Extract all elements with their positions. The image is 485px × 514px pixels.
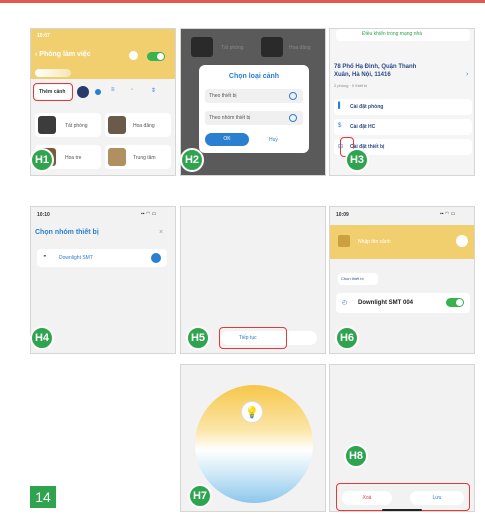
h6-device-toggle[interactable]	[446, 298, 464, 307]
label-h1: H1	[30, 148, 54, 172]
home-indicator	[382, 509, 422, 511]
ok-button[interactable]: OK	[205, 133, 249, 146]
h6-device-row[interactable]: ◴ Downlight SMT 004	[336, 293, 470, 313]
scene-name-input[interactable]: Nhập tên cảnh	[358, 239, 391, 245]
plus-icon[interactable]	[338, 235, 350, 247]
h3-address-line2: Xuân, Hà Nội, 11416	[334, 72, 391, 78]
option-by-group[interactable]: Theo nhóm thiết bị	[205, 111, 303, 125]
room-name-1: Tất phòng	[65, 123, 88, 129]
radio-by-group[interactable]	[289, 114, 297, 122]
room-thumb-1	[38, 116, 56, 134]
h3-top-text: Điều khiển trong mạng nhà	[362, 31, 423, 37]
scene-icon-5[interactable]: ⇕	[151, 87, 156, 94]
chevron-right-icon[interactable]: ›	[466, 71, 468, 78]
choose-device-label: Chọn thiết bị	[341, 276, 364, 281]
top-rule	[0, 0, 485, 3]
h2-bg-thumb-2	[261, 37, 283, 57]
radio-by-device[interactable]	[289, 92, 297, 100]
h1-highlight	[33, 83, 73, 101]
h1-status-time: 10:07	[37, 33, 50, 39]
dialog-title: Chọn loại cảnh	[228, 73, 280, 80]
room-card-1[interactable]: Tất phòng	[35, 113, 101, 137]
h2-bg-label-2: Hoa đăng	[289, 45, 311, 51]
h5-highlight	[219, 327, 287, 349]
room-settings-icon: ▌	[338, 103, 343, 109]
scene-type-dialog: Chọn loại cảnh Theo thiết bị Theo nhóm t…	[199, 65, 309, 153]
label-h5: H5	[186, 326, 210, 350]
room-name-4: Trung tâm	[133, 155, 156, 161]
menu-room-settings[interactable]: ▌ Cài đặt phòng	[334, 99, 472, 115]
room-thumb-4	[108, 148, 126, 166]
h1-brightness-bar[interactable]	[35, 69, 71, 77]
label-h8: H8	[344, 444, 368, 468]
room-name-2: Hoa đăng	[133, 123, 155, 129]
h4-device-name: Downlight SMT	[59, 255, 93, 261]
room-thumb-2	[108, 116, 126, 134]
instruction-page: 10:07 ‹ Phòng làm việc Thêm cảnh ≡ ◦ ⇕ T…	[0, 0, 485, 514]
check-icon[interactable]	[151, 253, 161, 263]
h2-bg-thumb-1	[191, 37, 213, 57]
h3-rooms-info: 2 phòng · 0 thiết bị	[334, 83, 368, 88]
cancel-button[interactable]: Huỷ	[269, 137, 278, 143]
scene-icon-3[interactable]: ≡	[111, 87, 115, 93]
h1-room-toggle[interactable]	[147, 52, 165, 61]
h6-lamp-icon: ◴	[342, 300, 348, 306]
menu-hc-settings[interactable]: $ Cài đặt HC	[334, 119, 472, 135]
room-card-4[interactable]: Trung tâm	[105, 145, 171, 169]
h1-room-title: Phòng làm việc	[39, 51, 91, 58]
option-by-device-label: Theo thiết bị	[209, 93, 237, 99]
label-h7: H7	[188, 484, 212, 508]
option-by-group-label: Theo nhóm thiết bị	[209, 115, 251, 121]
page-number: 14	[30, 486, 56, 508]
label-h3: H3	[345, 148, 369, 172]
h1-title: ‹ Phòng làm việc	[35, 51, 91, 58]
hc-settings-label: Cài đặt HC	[350, 124, 376, 130]
clear-icon[interactable]	[456, 235, 468, 247]
group-device-row[interactable]: ◓ Downlight SMT	[37, 249, 167, 267]
bulb-icon[interactable]: 💡	[241, 401, 263, 423]
dots-icon[interactable]	[129, 51, 138, 60]
choose-device-chip[interactable]: Chọn thiết bị	[338, 273, 378, 285]
label-h2: H2	[180, 148, 204, 172]
h8-highlight	[336, 483, 470, 511]
scene-name-bar: Nhập tên cảnh	[330, 225, 474, 259]
h4-title: Chọn nhóm thiết bị	[35, 229, 99, 236]
room-name-3: Hoa tre	[65, 155, 82, 161]
h3-address-line1: 78 Phố Hạ Đình, Quận Thanh	[334, 64, 417, 70]
scene-icon-4[interactable]: ◦	[131, 87, 133, 93]
scene-icon-2[interactable]	[95, 89, 101, 95]
ok-label: OK	[223, 136, 231, 142]
h6-device-name: Downlight SMT 004	[358, 300, 414, 306]
option-by-device[interactable]: Theo thiết bị	[205, 89, 303, 103]
h2-bg-label-1: Tất phòng	[221, 45, 244, 51]
h3-address: 78 Phố Hạ Đình, Quận Thanh Xuân, Hà Nội,…	[334, 63, 416, 79]
h6-status-icons: ▪▪ ◠ ▭	[440, 211, 456, 217]
label-h6: H6	[335, 326, 359, 350]
hc-settings-icon: $	[338, 123, 342, 129]
h4-status-time: 10:10	[37, 212, 50, 218]
panel-h8: Xoá Lưu	[329, 364, 475, 512]
lamp-icon: ◓	[43, 254, 47, 260]
scene-icon-1[interactable]	[77, 86, 89, 98]
room-settings-label: Cài đặt phòng	[350, 104, 384, 110]
h3-top-bar: Điều khiển trong mạng nhà	[336, 29, 470, 41]
h6-status-time: 10:09	[336, 212, 349, 218]
status-icons: ▪▪ ◠ ▭	[141, 211, 157, 217]
room-card-2[interactable]: Hoa đăng	[105, 113, 171, 137]
close-icon[interactable]: ×	[159, 229, 163, 236]
label-h4: H4	[30, 326, 54, 350]
